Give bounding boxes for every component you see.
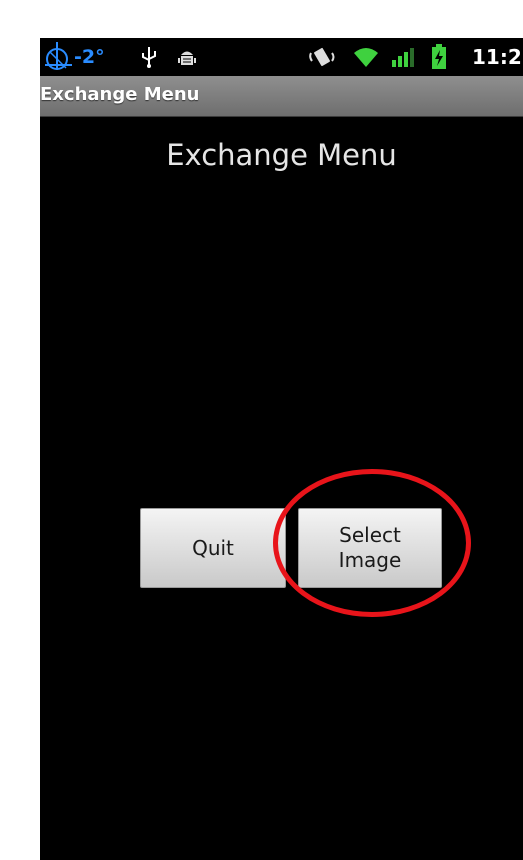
status-bar: -2° 11:2 bbox=[40, 38, 523, 76]
quit-button-label: Quit bbox=[192, 535, 234, 560]
app-title-bar: Exchange Menu bbox=[40, 76, 523, 117]
signal-icon bbox=[391, 38, 415, 76]
weather-icon bbox=[42, 38, 76, 76]
app-title: Exchange Menu bbox=[40, 84, 200, 105]
battery-charging-icon bbox=[431, 38, 447, 76]
usb-icon bbox=[140, 38, 158, 76]
quit-button[interactable]: Quit bbox=[140, 508, 286, 588]
select-image-label-line1: Select bbox=[339, 523, 401, 547]
select-image-label-line2: Image bbox=[338, 548, 402, 572]
phone-screen: -2° 11:2 Exchange Menu Exchange Menu Qui… bbox=[40, 38, 523, 860]
vibrate-icon bbox=[308, 38, 336, 76]
wifi-icon bbox=[352, 38, 380, 76]
clock-text: 11:2 bbox=[472, 45, 522, 69]
android-debug-icon bbox=[177, 38, 197, 76]
page-heading: Exchange Menu bbox=[166, 138, 397, 172]
temperature-text: -2° bbox=[74, 46, 105, 68]
select-image-button[interactable]: Select Image bbox=[298, 508, 442, 588]
